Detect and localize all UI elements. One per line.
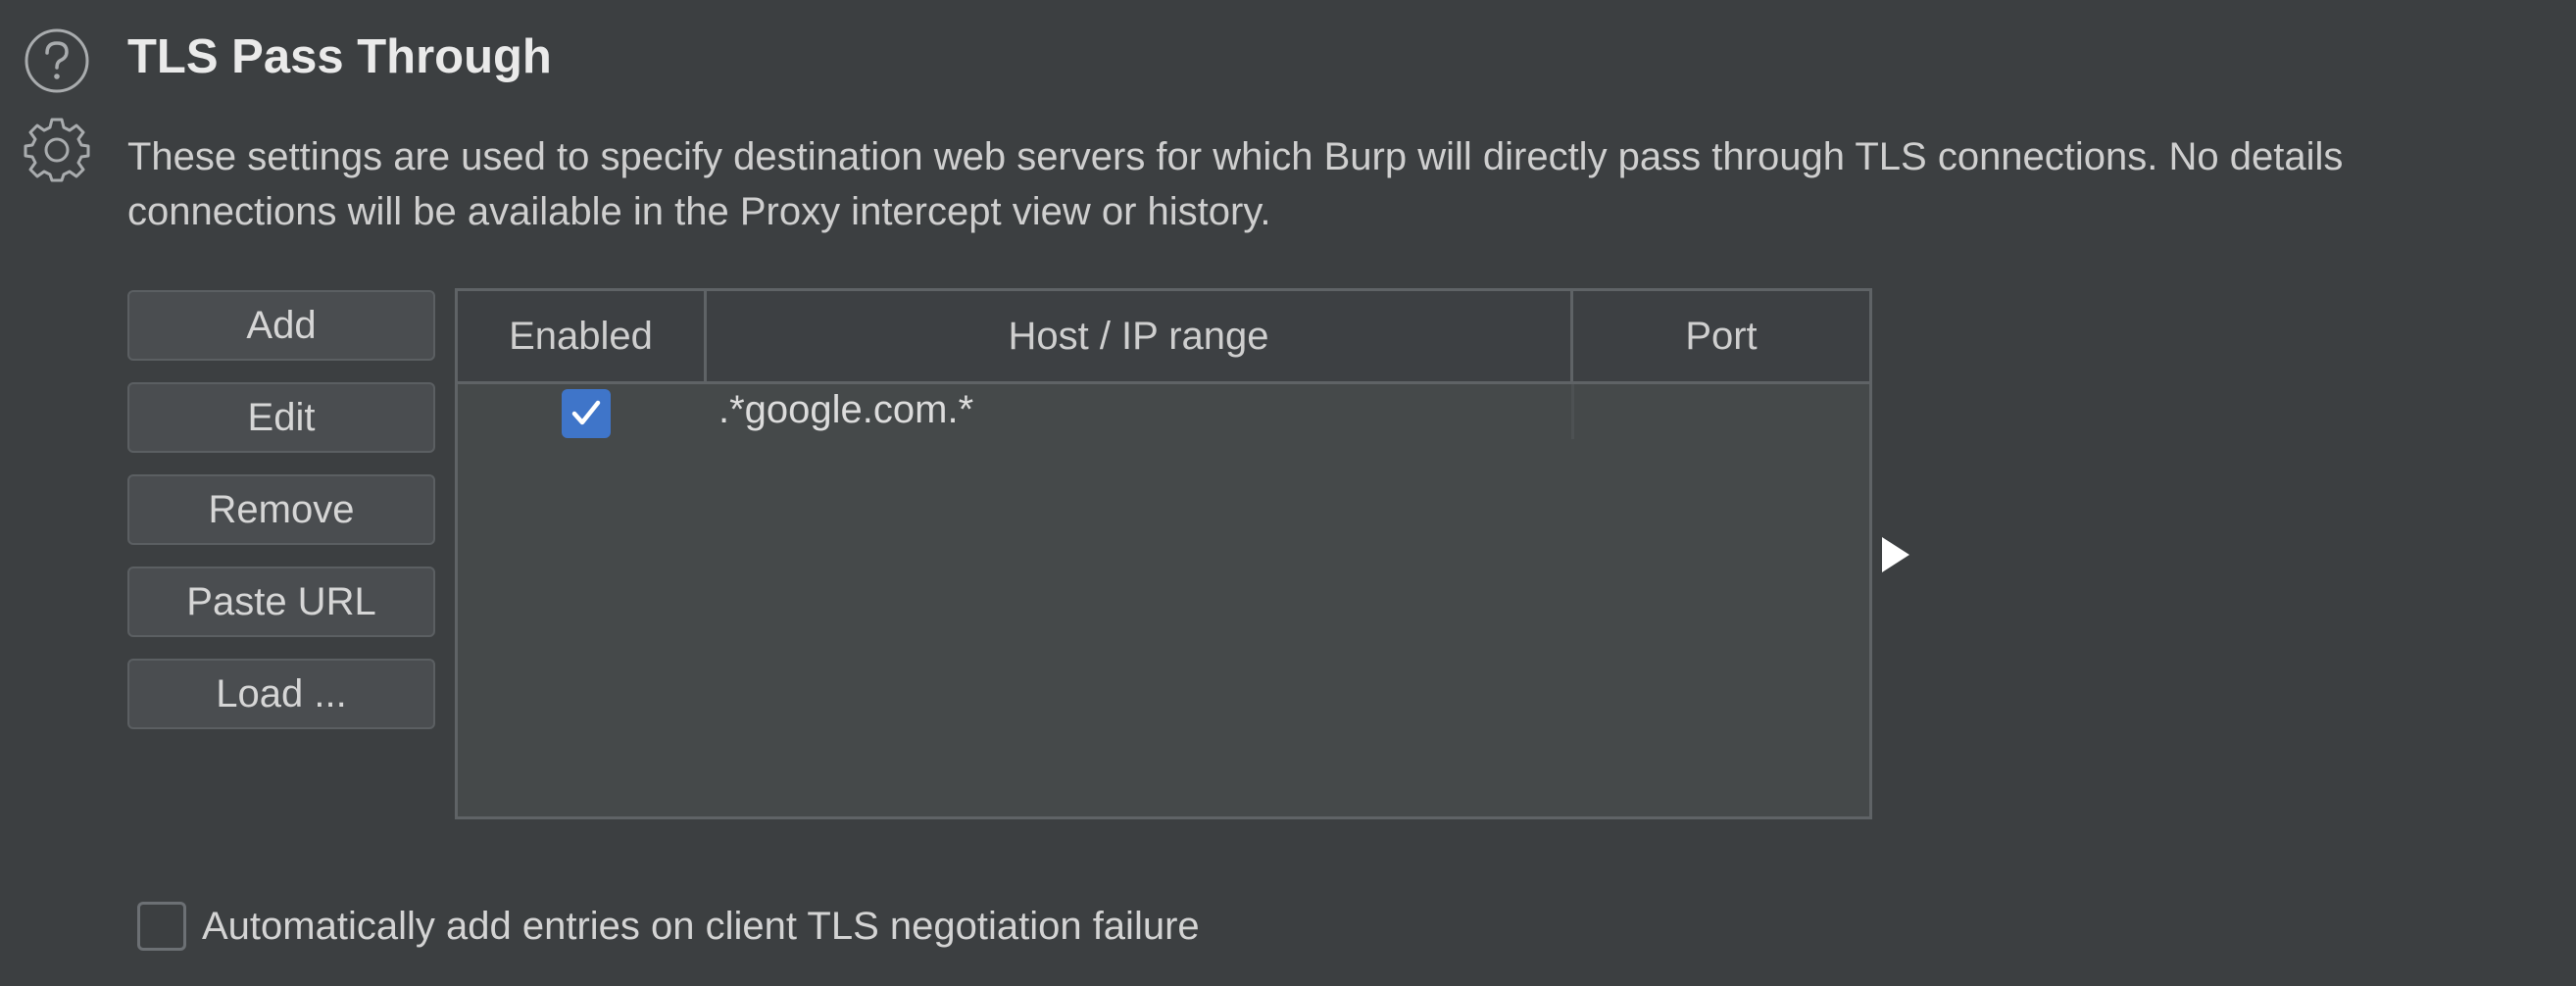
description-line-2: connections will be available in the Pro… [127, 190, 1271, 233]
table-row[interactable]: .*google.com.* [458, 384, 1869, 445]
expand-arrow-icon[interactable] [1880, 535, 1911, 574]
column-header-host[interactable]: Host / IP range [707, 291, 1573, 381]
auto-add-option[interactable]: Automatically add entries on client TLS … [137, 900, 1200, 953]
remove-button[interactable]: Remove [127, 474, 435, 545]
column-header-port[interactable]: Port [1573, 291, 1869, 381]
add-button[interactable]: Add [127, 290, 435, 361]
auto-add-checkbox[interactable] [137, 902, 186, 951]
enabled-checkbox[interactable] [562, 389, 611, 438]
description-line-1: These settings are used to specify desti… [127, 135, 2344, 178]
port-cell-divider [1571, 384, 1574, 439]
section-title: TLS Pass Through [127, 30, 552, 83]
table-header: Enabled Host / IP range Port [458, 291, 1869, 384]
pass-through-table[interactable]: Enabled Host / IP range Port .*google.co… [455, 288, 1872, 819]
help-icon[interactable] [24, 27, 90, 94]
section-description: These settings are used to specify desti… [127, 129, 2558, 239]
host-cell[interactable]: .*google.com.* [718, 388, 973, 432]
column-header-enabled[interactable]: Enabled [458, 291, 707, 381]
gear-icon[interactable] [24, 116, 90, 182]
edit-button[interactable]: Edit [127, 382, 435, 453]
paste-url-button[interactable]: Paste URL [127, 567, 435, 637]
load-button[interactable]: Load ... [127, 659, 435, 729]
checkmark-icon [571, 400, 601, 425]
auto-add-label: Automatically add entries on client TLS … [202, 904, 1200, 948]
